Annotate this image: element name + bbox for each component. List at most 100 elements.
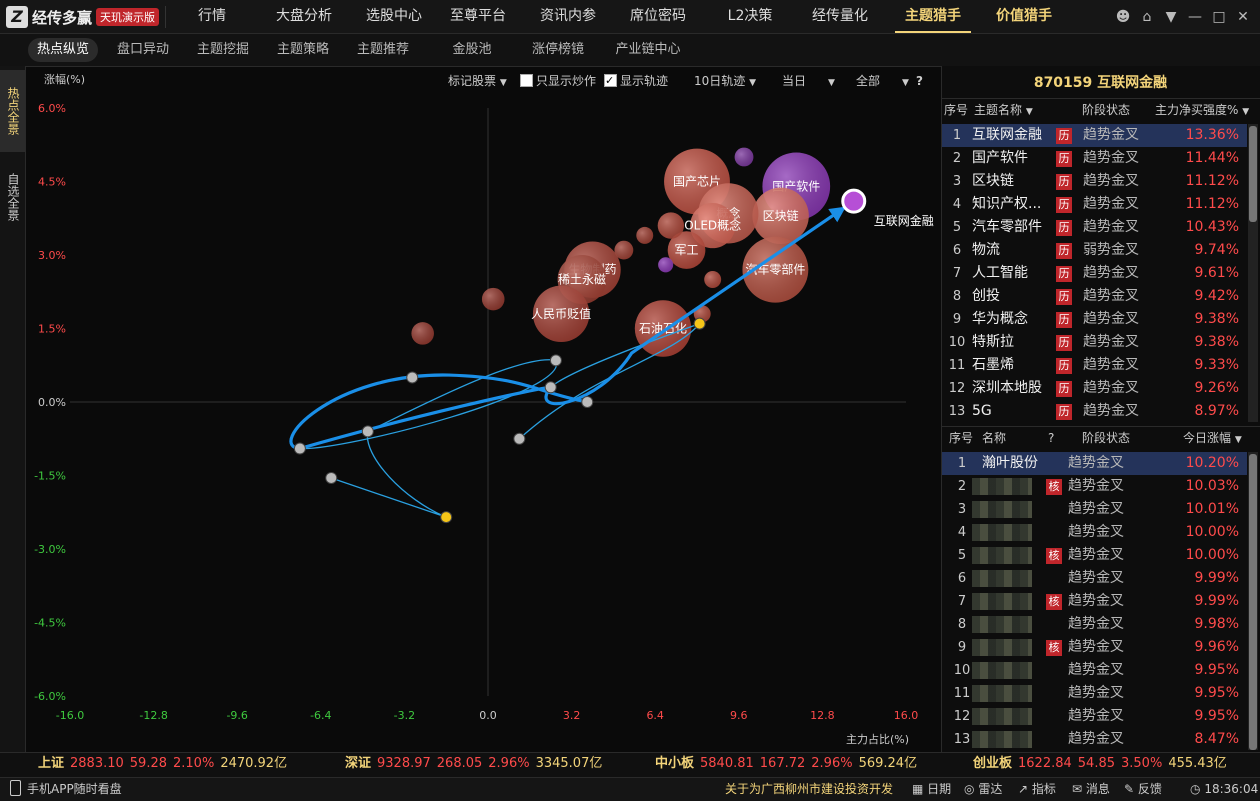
stock-row[interactable]: 4 趋势金叉 10.00% (942, 521, 1247, 544)
nav-quant[interactable]: 经传量化 (802, 0, 878, 33)
subtab-gold-pool[interactable]: 金股池 (437, 38, 507, 62)
th-stock-stage[interactable]: 阶段状态 (1082, 428, 1130, 448)
theme-idx: 4 (952, 197, 962, 212)
th-stage[interactable]: 阶段状态 (1082, 100, 1130, 120)
highlight-bubble[interactable] (841, 188, 867, 214)
stock-scroll-thumb[interactable] (1249, 454, 1257, 750)
stock-row[interactable]: 2 核趋势金叉 10.03% (942, 475, 1247, 498)
nav-news[interactable]: 资讯内参 (530, 0, 606, 33)
theme-bubble[interactable] (636, 226, 654, 244)
side-tab-watchlist-panorama[interactable]: 自选全景 (0, 156, 25, 238)
theme-row[interactable]: 7 人工智能 历趋势金叉 9.61% (942, 262, 1247, 285)
highlight-layer[interactable]: 互联网金融 (841, 188, 934, 228)
theme-row[interactable]: 4 知识产权... 历趋势金叉 11.12% (942, 193, 1247, 216)
x-tick-label: 6.4 (646, 709, 664, 722)
theme-strength: 9.61% (1194, 265, 1239, 281)
maximize-icon[interactable]: □ (1209, 7, 1229, 27)
minimize-icon[interactable]: — (1185, 7, 1205, 27)
stock-row[interactable]: 7 核趋势金叉 9.99% (942, 590, 1247, 613)
theme-bubble[interactable]: 区块链 (752, 187, 809, 245)
nav-premium[interactable]: 至尊平台 (440, 0, 516, 33)
subtab-industry-chain[interactable]: 产业链中心 (608, 38, 688, 62)
user-icon[interactable]: ☻ (1113, 7, 1133, 27)
stock-row[interactable]: 13 趋势金叉 8.47% (942, 728, 1247, 751)
theme-row[interactable]: 13 5G 历趋势金叉 8.97% (942, 400, 1247, 423)
stock-row[interactable]: 10 趋势金叉 9.95% (942, 659, 1247, 682)
theme-row[interactable]: 12 深圳本地股历趋势金叉 9.26% (942, 377, 1247, 400)
subtab-board-change[interactable]: 盘口异动 (108, 38, 178, 62)
stock-idx: 5 (957, 548, 967, 563)
index-gem[interactable]: 创业板 1622.84 54.85 3.50% 455.43亿 (973, 752, 1227, 776)
subtab-theme-strategy[interactable]: 主题策略 (268, 38, 338, 62)
stock-row[interactable]: 1 瀚叶股份 趋势金叉 10.20% (942, 452, 1247, 475)
th-stock-help[interactable]: ? (1048, 428, 1054, 448)
th-theme-name[interactable]: 主题名称 ▼ (974, 100, 1033, 120)
stock-row[interactable]: 9 核趋势金叉 9.96% (942, 636, 1247, 659)
th-stock-change[interactable]: 今日涨幅 ▼ (1183, 428, 1242, 448)
side-tab-hot-panorama[interactable]: 热点全景 (0, 70, 25, 152)
theme-row[interactable]: 11 石墨烯 历趋势金叉 9.33% (942, 354, 1247, 377)
theme-bubble[interactable] (481, 287, 505, 311)
nav-stock-picker[interactable]: 选股中心 (356, 0, 432, 33)
th-stock-idx[interactable]: 序号 (949, 428, 973, 448)
stock-row[interactable]: 5 核趋势金叉 10.00% (942, 544, 1247, 567)
index-sh[interactable]: 上证 2883.10 59.28 2.10% 2470.92亿 (38, 752, 287, 776)
theme-row[interactable]: 3 区块链 历趋势金叉 11.12% (942, 170, 1247, 193)
nav-market[interactable]: 行情 (182, 0, 242, 33)
track-node (325, 471, 338, 484)
home-icon[interactable]: ⌂ (1137, 7, 1157, 27)
theme-stage: 趋势金叉 (1083, 380, 1139, 396)
theme-bubble[interactable]: 石油石化 (634, 300, 692, 357)
theme-bubble[interactable] (411, 322, 434, 345)
theme-idx: 10 (948, 335, 966, 350)
stock-row[interactable]: 12 趋势金叉 9.95% (942, 705, 1247, 728)
theme-row[interactable]: 6 物流 历弱势金叉 9.74% (942, 239, 1247, 262)
theme-bubble[interactable] (704, 271, 722, 288)
nav-market-analysis[interactable]: 大盘分析 (262, 0, 346, 33)
stock-stage: 趋势金叉 (1068, 639, 1124, 655)
index-sme[interactable]: 中小板 5840.81 167.72 2.96% 569.24亿 (655, 752, 917, 776)
index-sz[interactable]: 深证 9328.97 268.05 2.96% 3345.07亿 (345, 752, 602, 776)
status-radar[interactable]: ◎ 雷达 (964, 778, 1002, 800)
nav-seat-code[interactable]: 席位密码 (620, 0, 696, 33)
subtab-theme-recommend[interactable]: 主题推荐 (348, 38, 418, 62)
stock-stage: 趋势金叉 (1068, 662, 1124, 678)
subtab-hot-overview[interactable]: 热点纵览 (28, 38, 98, 62)
history-tag: 历 (1056, 289, 1072, 305)
stock-row[interactable]: 8 趋势金叉 9.98% (942, 613, 1247, 636)
close-icon[interactable]: ✕ (1233, 7, 1253, 27)
theme-bubble[interactable] (734, 147, 754, 167)
stock-row[interactable]: 11 趋势金叉 9.95% (942, 682, 1247, 705)
nav-value-hunter[interactable]: 价值猎手 (984, 0, 1064, 33)
nav-l2[interactable]: L2决策 (712, 0, 788, 33)
th-idx[interactable]: 序号 (944, 100, 968, 120)
theme-row[interactable]: 1 互联网金融历趋势金叉 13.36% (942, 124, 1247, 147)
th-stock-name[interactable]: 名称 (982, 428, 1006, 448)
th-strength[interactable]: 主力净买强度% ▼ (1155, 100, 1249, 120)
theme-bubble[interactable] (614, 240, 634, 260)
status-message[interactable]: ✉ 消息 (1072, 778, 1110, 800)
nav-theme-hunter[interactable]: 主题猎手 (895, 0, 971, 33)
theme-scroll-thumb[interactable] (1249, 126, 1257, 222)
theme-row[interactable]: 9 华为概念 历趋势金叉 9.38% (942, 308, 1247, 331)
theme-row[interactable]: 2 国产软件 历趋势金叉 11.44% (942, 147, 1247, 170)
subtab-limit-up[interactable]: 涨停榜镜 (523, 38, 593, 62)
track-node (544, 381, 557, 394)
dropdown-icon[interactable]: ▼ (1161, 7, 1181, 27)
status-indicator[interactable]: ↗ 指标 (1018, 778, 1056, 800)
status-date[interactable]: ▦ 日期 (912, 778, 951, 800)
theme-row[interactable]: 10 特斯拉 历趋势金叉 9.38% (942, 331, 1247, 354)
theme-strength: 9.38% (1194, 334, 1239, 350)
stock-row[interactable]: 6 趋势金叉 9.99% (942, 567, 1247, 590)
theme-row[interactable]: 8 创投 历趋势金叉 9.42% (942, 285, 1247, 308)
subtab-theme-mining[interactable]: 主题挖掘 (188, 38, 258, 62)
theme-bubble[interactable] (658, 257, 674, 273)
app-promo[interactable]: 手机APP随时看盘 (10, 778, 122, 800)
highlight-label[interactable]: 互联网金融 (874, 213, 934, 228)
theme-strength: 9.74% (1194, 242, 1239, 258)
news-ticker[interactable]: 关于为广西柳州市建设投资开发 (725, 778, 893, 800)
stock-row[interactable]: 3 趋势金叉 10.01% (942, 498, 1247, 521)
status-feedback[interactable]: ✎ 反馈 (1124, 778, 1162, 800)
theme-bubble[interactable] (657, 212, 685, 239)
theme-row[interactable]: 5 汽车零部件历趋势金叉 10.43% (942, 216, 1247, 239)
